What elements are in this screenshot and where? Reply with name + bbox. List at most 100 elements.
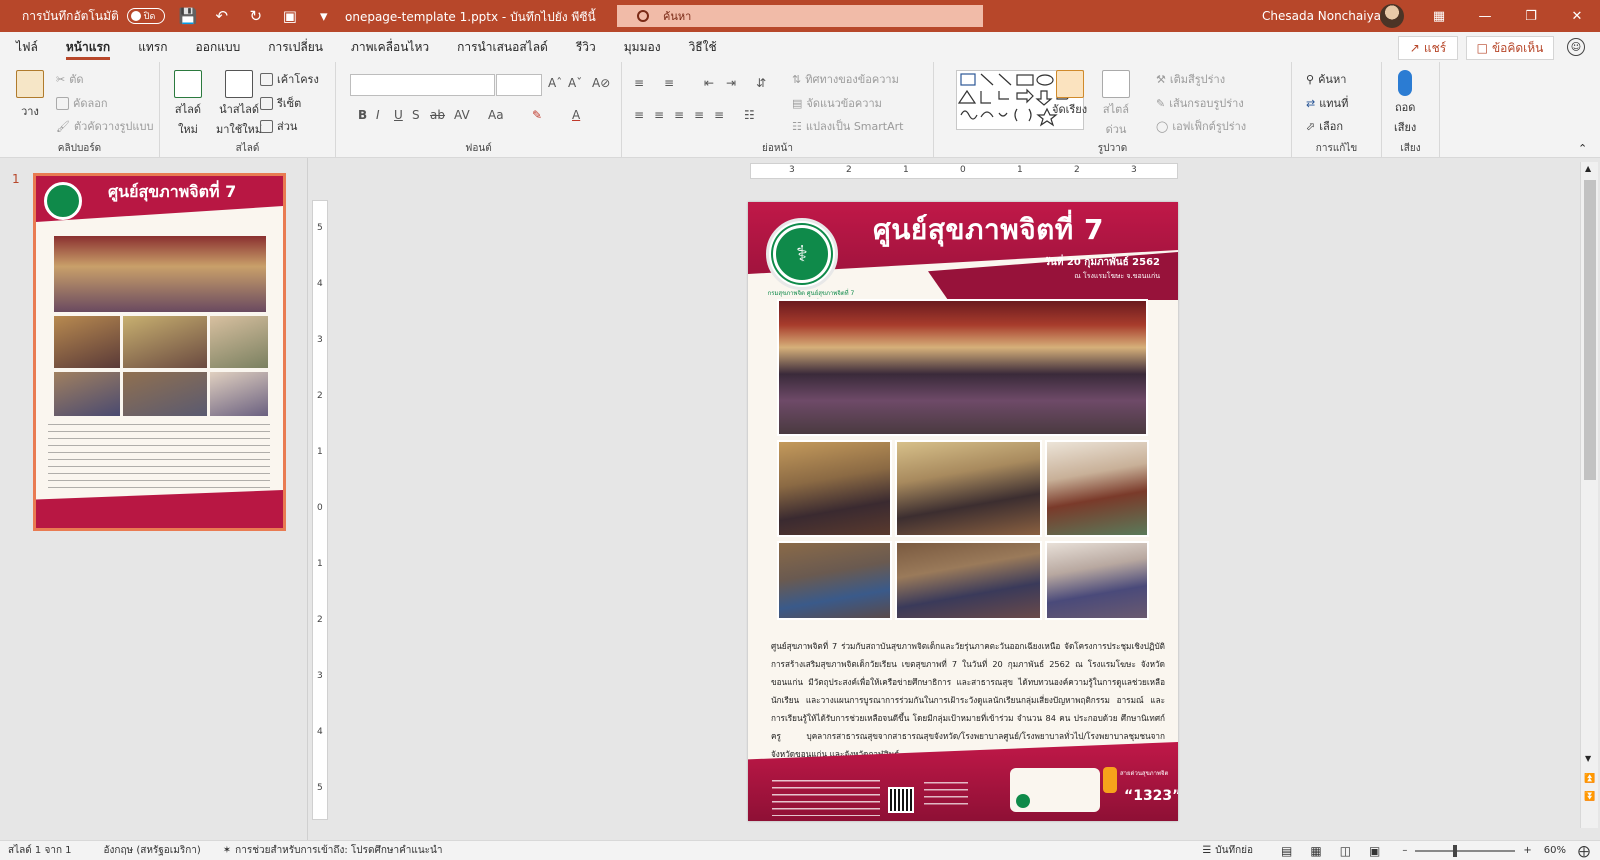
language-status[interactable]: อังกฤษ (สหรัฐอเมริกา) bbox=[104, 843, 201, 858]
cut-button[interactable]: ✂ ตัด bbox=[56, 70, 84, 88]
redo-icon[interactable]: ↻ bbox=[247, 7, 265, 25]
minimize-icon[interactable]: — bbox=[1462, 0, 1508, 32]
new-slide-button[interactable]: สไลด์ ใหม่ bbox=[174, 70, 202, 138]
slide-venue[interactable]: ณ โรงแรมโฆษะ จ.ขอนแก่น bbox=[1074, 271, 1160, 282]
photo-workshop-2[interactable] bbox=[895, 541, 1042, 620]
tab-transitions[interactable]: การเปลี่ยน bbox=[254, 32, 337, 62]
align-text-button[interactable]: ▤ จัดแนวข้อความ bbox=[792, 94, 882, 112]
reading-view-icon[interactable]: ◫ bbox=[1340, 844, 1351, 858]
comments-button[interactable]: □ ข้อคิดเห็น bbox=[1466, 36, 1554, 60]
previous-slide-icon[interactable]: ⏫ bbox=[1584, 774, 1595, 784]
slide-date[interactable]: วันที่ 20 กุมภาพันธ์ 2562 bbox=[1044, 255, 1160, 270]
clear-format-icon[interactable]: A⊘ bbox=[592, 76, 610, 90]
strikethrough-icon[interactable]: ab bbox=[430, 108, 445, 122]
zoom-out-icon[interactable]: – bbox=[1402, 845, 1407, 856]
tab-help[interactable]: วิธีใช้ bbox=[675, 32, 731, 62]
tab-view[interactable]: มุมมอง bbox=[610, 32, 675, 62]
font-name-box[interactable] bbox=[350, 74, 495, 96]
photo-workshop-3[interactable] bbox=[1045, 541, 1149, 620]
underline-icon[interactable]: U bbox=[394, 108, 403, 122]
customize-qat-icon[interactable]: ▾ bbox=[315, 7, 333, 25]
bullets-icon[interactable]: ≡ bbox=[634, 76, 644, 90]
align-left-icon[interactable]: ≡ bbox=[634, 108, 644, 122]
photo-workshop-1[interactable] bbox=[777, 541, 892, 620]
photo-speaker-3[interactable] bbox=[1045, 440, 1149, 537]
tab-home[interactable]: หน้าแรก bbox=[52, 32, 124, 62]
maximize-icon[interactable]: ❐ bbox=[1508, 0, 1554, 32]
avatar[interactable] bbox=[1380, 4, 1404, 28]
scrollbar-thumb[interactable] bbox=[1584, 180, 1596, 480]
present-icon[interactable]: ▣ bbox=[281, 7, 299, 25]
dictate-button[interactable]: ถอด เสียง bbox=[1394, 70, 1416, 136]
decrease-indent-icon[interactable]: ⇤ bbox=[704, 76, 714, 90]
copy-button[interactable]: คัดลอก bbox=[56, 94, 108, 112]
increase-indent-icon[interactable]: ⇥ bbox=[726, 76, 736, 90]
photo-speaker-2[interactable] bbox=[895, 440, 1042, 537]
shrink-font-icon[interactable]: Aˇ bbox=[568, 76, 582, 90]
slide-body-text[interactable]: ศูนย์สุขภาพจิตที่ 7 ร่วมกับสถาบันสุขภาพจ… bbox=[771, 637, 1165, 763]
user-name[interactable]: Chesada Nonchaiya bbox=[1262, 9, 1381, 23]
feedback-icon[interactable]: ☺ bbox=[1567, 38, 1585, 56]
columns-icon[interactable]: ☷ bbox=[744, 108, 755, 122]
align-center-icon[interactable]: ≡ bbox=[654, 108, 664, 122]
slide-thumbnail[interactable]: ศูนย์สุขภาพจิตที่ 7 bbox=[33, 173, 286, 531]
tab-slideshow[interactable]: การนำเสนอสไลด์ bbox=[443, 32, 562, 62]
tab-design[interactable]: ออกแบบ bbox=[182, 32, 255, 62]
photo-group[interactable] bbox=[777, 299, 1148, 436]
reset-button[interactable]: รีเซ็ต bbox=[260, 94, 301, 112]
zoom-slider-thumb[interactable] bbox=[1453, 844, 1458, 857]
undo-icon[interactable]: ↶ bbox=[213, 7, 231, 25]
ministry-logo[interactable]: ⚕ bbox=[766, 218, 838, 290]
font-color-icon[interactable]: A bbox=[572, 108, 580, 122]
justify-icon[interactable]: ≡ bbox=[694, 108, 704, 122]
select-button[interactable]: ⬀ เลือก bbox=[1306, 117, 1343, 135]
replace-button[interactable]: ⇄ แทนที่ bbox=[1306, 94, 1348, 112]
ribbon-display-icon[interactable]: ▦ bbox=[1416, 0, 1462, 32]
photo-speaker-1[interactable] bbox=[777, 440, 892, 537]
text-direction-button[interactable]: ⇅ ทิศทางของข้อความ bbox=[792, 70, 899, 88]
section-button[interactable]: ส่วน bbox=[260, 117, 297, 135]
vertical-scrollbar[interactable]: ▲ ▼ ⏫ ⏬ bbox=[1580, 162, 1598, 828]
scroll-up-icon[interactable]: ▲ bbox=[1585, 164, 1591, 173]
align-right-icon[interactable]: ≡ bbox=[674, 108, 684, 122]
shape-outline-button[interactable]: ✎ เส้นกรอบรูปร่าง bbox=[1156, 94, 1244, 112]
slide-canvas[interactable]: ศูนย์สุขภาพจิตที่ 7 วันที่ 20 กุมภาพันธ์… bbox=[748, 202, 1178, 821]
fit-to-window-icon[interactable]: ⨁ bbox=[1578, 844, 1590, 858]
qr-code[interactable] bbox=[888, 787, 914, 813]
save-icon[interactable]: 💾 bbox=[179, 7, 198, 25]
zoom-in-icon[interactable]: + bbox=[1523, 845, 1531, 856]
char-spacing-icon[interactable]: AV bbox=[454, 108, 470, 122]
arrange-button[interactable]: จัดเรียง bbox=[1052, 70, 1087, 118]
normal-view-icon[interactable]: ▤ bbox=[1281, 844, 1292, 858]
zoom-level[interactable]: 60% bbox=[1544, 845, 1566, 856]
collapse-ribbon-icon[interactable]: ⌃ bbox=[1578, 142, 1587, 155]
bold-icon[interactable]: B bbox=[358, 108, 367, 122]
shape-fill-button[interactable]: ⚒ เติมสีรูปร่าง bbox=[1156, 70, 1225, 88]
autosave-toggle[interactable]: ปิด bbox=[126, 8, 165, 24]
accessibility-status[interactable]: การช่วยสำหรับการเข้าถึง: โปรดศึกษาคำแนะน… bbox=[235, 843, 442, 858]
grow-font-icon[interactable]: Aˆ bbox=[548, 76, 562, 90]
shape-effects-button[interactable]: ◯ เอฟเฟ็กต์รูปร่าง bbox=[1156, 117, 1246, 135]
paste-button[interactable]: วาง bbox=[16, 70, 44, 120]
format-painter-button[interactable]: 🖌 ตัวคัดวางรูปแบบ bbox=[56, 117, 153, 135]
font-size-box[interactable] bbox=[496, 74, 542, 96]
notes-button[interactable]: บันทึกย่อ bbox=[1215, 843, 1253, 858]
line-spacing-icon[interactable]: ⇵ bbox=[756, 76, 766, 90]
zoom-slider[interactable] bbox=[1415, 844, 1516, 857]
layout-button[interactable]: เค้าโครง bbox=[260, 70, 319, 88]
distributed-icon[interactable]: ≡ bbox=[714, 108, 724, 122]
highlight-icon[interactable]: ✎ bbox=[532, 108, 542, 122]
numbering-icon[interactable]: ≡ bbox=[664, 76, 674, 90]
share-button[interactable]: ↗ แชร์ bbox=[1398, 36, 1458, 60]
find-button[interactable]: ⚲ ค้นหา bbox=[1306, 70, 1346, 88]
tab-animations[interactable]: ภาพเคลื่อนไหว bbox=[337, 32, 443, 62]
scroll-down-icon[interactable]: ▼ bbox=[1585, 754, 1591, 763]
slideshow-view-icon[interactable]: ▣ bbox=[1369, 844, 1380, 858]
reuse-slides-button[interactable]: นำสไลด์ มาใช้ใหม่ bbox=[216, 70, 262, 138]
slide-title[interactable]: ศูนย์สุขภาพจิตที่ 7 bbox=[873, 208, 1104, 252]
shadow-icon[interactable]: S bbox=[412, 108, 420, 122]
smartart-button[interactable]: ☷ แปลงเป็น SmartArt bbox=[792, 117, 903, 135]
quick-styles-button[interactable]: สไตล์ ด่วน bbox=[1102, 70, 1130, 138]
tab-insert[interactable]: แทรก bbox=[124, 32, 181, 62]
search-box[interactable]: ค้นหา bbox=[617, 5, 983, 27]
